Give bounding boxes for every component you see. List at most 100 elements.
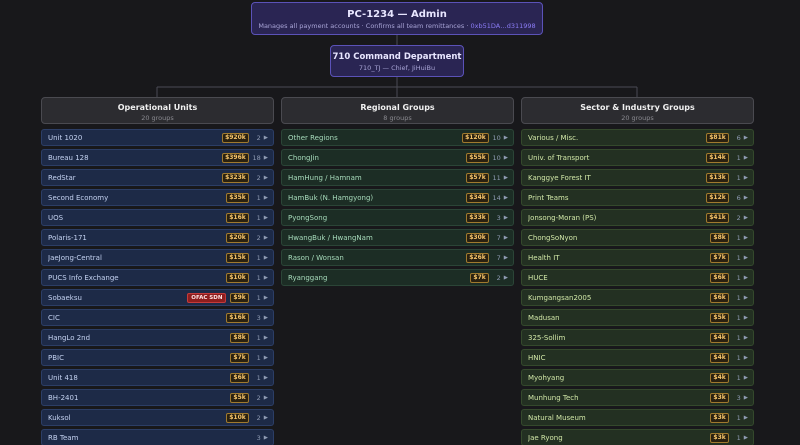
expand-arrow-icon[interactable]: ▶ <box>744 235 748 241</box>
group-item[interactable]: Munhung Tech $3k 3 ▶ <box>521 389 754 406</box>
group-item[interactable]: Ryanggang $7k 2 ▶ <box>281 269 514 286</box>
group-item[interactable]: HamBuk (N. Hamgyong) $34k 14 ▶ <box>281 189 514 206</box>
expand-arrow-icon[interactable]: ▶ <box>264 315 268 321</box>
group-item[interactable]: HNIC $4k 1 ▶ <box>521 349 754 366</box>
group-item[interactable]: Unit 1020 $920k 2 ▶ <box>41 129 274 146</box>
group-item[interactable]: RedStar $323k 2 ▶ <box>41 169 274 186</box>
expand-arrow-icon[interactable]: ▶ <box>504 215 508 221</box>
group-label: Kumgangsan2005 <box>528 293 592 302</box>
expand-arrow-icon[interactable]: ▶ <box>744 135 748 141</box>
member-count: 1 <box>736 373 741 382</box>
group-item[interactable]: UOS $16k 1 ▶ <box>41 209 274 226</box>
expand-arrow-icon[interactable]: ▶ <box>744 275 748 281</box>
expand-arrow-icon[interactable]: ▶ <box>744 415 748 421</box>
group-item[interactable]: Unit 418 $6k 1 ▶ <box>41 369 274 386</box>
group-item[interactable]: Kuksol $10k 2 ▶ <box>41 409 274 426</box>
group-item[interactable]: JaeJong-Central $15k 1 ▶ <box>41 249 274 266</box>
root-admin-node[interactable]: PC-1234 — Admin Manages all payment acco… <box>251 2 543 35</box>
expand-arrow-icon[interactable]: ▶ <box>744 155 748 161</box>
group-item[interactable]: Jae Ryong $3k 1 ▶ <box>521 429 754 445</box>
expand-arrow-icon[interactable]: ▶ <box>504 195 508 201</box>
column-header-regional[interactable]: Regional Groups 8 groups <box>281 97 514 124</box>
group-label: ChongJin <box>288 153 319 162</box>
expand-arrow-icon[interactable]: ▶ <box>264 135 268 141</box>
group-item[interactable]: HUCE $6k 1 ▶ <box>521 269 754 286</box>
expand-arrow-icon[interactable]: ▶ <box>504 175 508 181</box>
group-item[interactable]: CIC $16k 3 ▶ <box>41 309 274 326</box>
group-item[interactable]: Kanggye Forest IT $13k 1 ▶ <box>521 169 754 186</box>
expand-arrow-icon[interactable]: ▶ <box>264 335 268 341</box>
group-item[interactable]: RB Team 3 ▶ <box>41 429 274 445</box>
group-label: CIC <box>48 313 60 322</box>
expand-arrow-icon[interactable]: ▶ <box>504 155 508 161</box>
group-item[interactable]: Univ. of Transport $14k 1 ▶ <box>521 149 754 166</box>
expand-arrow-icon[interactable]: ▶ <box>264 195 268 201</box>
group-item[interactable]: Sobaeksu OFAC SDN $9k 1 ▶ <box>41 289 274 306</box>
amount-badge: $3k <box>710 412 729 423</box>
group-item[interactable]: PUCS Info Exchange $10k 1 ▶ <box>41 269 274 286</box>
group-item[interactable]: ChongSoNyon $8k 1 ▶ <box>521 229 754 246</box>
group-item[interactable]: Jonsong-Moran (PS) $41k 2 ▶ <box>521 209 754 226</box>
group-item[interactable]: Other Regions $120k 10 ▶ <box>281 129 514 146</box>
expand-arrow-icon[interactable]: ▶ <box>744 395 748 401</box>
wallet-address[interactable]: 0xb51DA…d311998 <box>470 22 535 30</box>
group-item[interactable]: HwangBuk / HwangNam $30k 7 ▶ <box>281 229 514 246</box>
expand-arrow-icon[interactable]: ▶ <box>264 275 268 281</box>
member-count: 1 <box>256 193 261 202</box>
expand-arrow-icon[interactable]: ▶ <box>744 315 748 321</box>
expand-arrow-icon[interactable]: ▶ <box>264 175 268 181</box>
expand-arrow-icon[interactable]: ▶ <box>744 215 748 221</box>
expand-arrow-icon[interactable]: ▶ <box>744 195 748 201</box>
group-item[interactable]: Madusan $5k 1 ▶ <box>521 309 754 326</box>
member-count: 1 <box>736 433 741 442</box>
group-item[interactable]: Bureau 128 $396k 18 ▶ <box>41 149 274 166</box>
expand-arrow-icon[interactable]: ▶ <box>744 435 748 441</box>
group-item[interactable]: Health IT $7k 1 ▶ <box>521 249 754 266</box>
expand-arrow-icon[interactable]: ▶ <box>264 255 268 261</box>
group-item[interactable]: Polaris-171 $20k 2 ▶ <box>41 229 274 246</box>
expand-arrow-icon[interactable]: ▶ <box>504 235 508 241</box>
group-item[interactable]: Rason / Wonsan $26k 7 ▶ <box>281 249 514 266</box>
group-item[interactable]: PBIC $7k 1 ▶ <box>41 349 274 366</box>
group-item[interactable]: BH-2401 $5k 2 ▶ <box>41 389 274 406</box>
department-subtitle: 710_TJ — Chief, JiHuiBu <box>358 64 436 72</box>
expand-arrow-icon[interactable]: ▶ <box>744 295 748 301</box>
column-header-sector[interactable]: Sector & Industry Groups 20 groups <box>521 97 754 124</box>
department-node[interactable]: 710 Command Department 710_TJ — Chief, J… <box>330 45 464 77</box>
group-label: ChongSoNyon <box>528 233 578 242</box>
group-item[interactable]: PyongSong $33k 3 ▶ <box>281 209 514 226</box>
expand-arrow-icon[interactable]: ▶ <box>504 255 508 261</box>
expand-arrow-icon[interactable]: ▶ <box>264 395 268 401</box>
expand-arrow-icon[interactable]: ▶ <box>264 235 268 241</box>
expand-arrow-icon[interactable]: ▶ <box>264 435 268 441</box>
expand-arrow-icon[interactable]: ▶ <box>264 295 268 301</box>
expand-arrow-icon[interactable]: ▶ <box>264 355 268 361</box>
expand-arrow-icon[interactable]: ▶ <box>744 375 748 381</box>
group-item[interactable]: HamHung / Hamnam $57k 11 ▶ <box>281 169 514 186</box>
group-item[interactable]: Various / Misc. $81k 6 ▶ <box>521 129 754 146</box>
group-item[interactable]: Second Economy $35k 1 ▶ <box>41 189 274 206</box>
expand-arrow-icon[interactable]: ▶ <box>264 215 268 221</box>
expand-arrow-icon[interactable]: ▶ <box>744 355 748 361</box>
group-label: JaeJong-Central <box>48 253 102 262</box>
expand-arrow-icon[interactable]: ▶ <box>264 415 268 421</box>
amount-badge: $120k <box>462 132 489 143</box>
expand-arrow-icon[interactable]: ▶ <box>744 255 748 261</box>
expand-arrow-icon[interactable]: ▶ <box>264 375 268 381</box>
group-label: PyongSong <box>288 213 328 222</box>
group-item[interactable]: Natural Museum $3k 1 ▶ <box>521 409 754 426</box>
group-item[interactable]: Kumgangsan2005 $6k 1 ▶ <box>521 289 754 306</box>
group-item[interactable]: Myohyang $4k 1 ▶ <box>521 369 754 386</box>
group-item[interactable]: HangLo 2nd $8k 1 ▶ <box>41 329 274 346</box>
group-item[interactable]: Print Teams $12k 6 ▶ <box>521 189 754 206</box>
expand-arrow-icon[interactable]: ▶ <box>744 175 748 181</box>
column-header-operational[interactable]: Operational Units 20 groups <box>41 97 274 124</box>
group-item[interactable]: ChongJin $55k 10 ▶ <box>281 149 514 166</box>
group-item[interactable]: 325-Sollim $4k 1 ▶ <box>521 329 754 346</box>
expand-arrow-icon[interactable]: ▶ <box>744 335 748 341</box>
amount-badge: $9k <box>230 292 249 303</box>
expand-arrow-icon[interactable]: ▶ <box>264 155 268 161</box>
group-label: Univ. of Transport <box>528 153 590 162</box>
expand-arrow-icon[interactable]: ▶ <box>504 135 508 141</box>
expand-arrow-icon[interactable]: ▶ <box>504 275 508 281</box>
